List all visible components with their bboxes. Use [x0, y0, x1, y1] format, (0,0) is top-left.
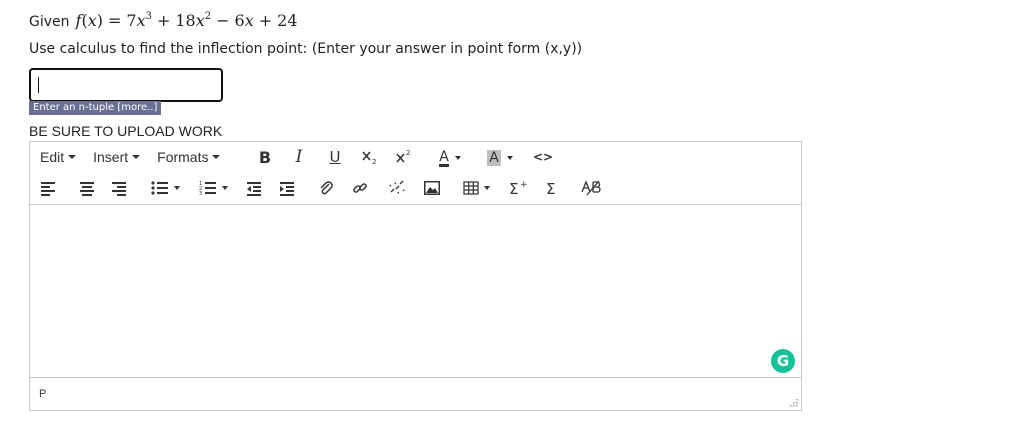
link-icon — [353, 183, 367, 193]
menu-edit[interactable]: Edit — [40, 149, 77, 165]
chevron-down-icon — [483, 186, 490, 190]
superscript-icon: 2 — [396, 149, 410, 163]
text-color-icon: A — [439, 148, 449, 167]
subscript-button[interactable]: 2 — [360, 147, 380, 167]
table-icon — [462, 181, 479, 195]
editor-statusbar: P — [30, 377, 801, 410]
text-caret — [38, 77, 39, 93]
editor-menubar: Edit Insert Formats — [30, 142, 801, 172]
chevron-down-icon — [68, 155, 77, 159]
chevron-down-icon — [454, 156, 461, 160]
chevron-down-icon — [212, 155, 221, 159]
align-right-button[interactable] — [109, 178, 129, 198]
align-center-icon — [80, 182, 94, 196]
function-expression: f(x) = 7x3 +18x2−6x +24 — [75, 11, 298, 30]
outdent-icon — [247, 182, 261, 196]
numbered-list-icon: 123 — [199, 181, 216, 196]
indent-icon — [280, 182, 294, 196]
insert-link-button[interactable] — [350, 178, 370, 198]
bold-button[interactable]: B — [256, 147, 274, 167]
instruction-text: Use calculus to find the inflection poin… — [29, 41, 583, 57]
italic-button[interactable]: I — [290, 147, 308, 167]
numbered-list-button[interactable]: 123 — [196, 178, 230, 198]
editor-toolbar-row2: 123 Σ + Σ — [30, 174, 801, 202]
grammarly-icon[interactable]: G — [771, 349, 795, 373]
chevron-down-icon — [506, 156, 513, 160]
bullet-list-icon — [150, 181, 168, 195]
outdent-button[interactable] — [244, 178, 264, 198]
spellcheck-icon — [581, 180, 601, 196]
insert-equation-button[interactable]: Σ + — [508, 177, 530, 199]
source-code-button[interactable]: <> — [532, 147, 554, 167]
element-path[interactable]: P — [39, 388, 46, 400]
insert-image-button[interactable] — [422, 178, 442, 198]
resize-handle-icon[interactable] — [788, 397, 798, 407]
attach-file-button[interactable] — [316, 178, 336, 198]
svg-text:2: 2 — [372, 158, 376, 166]
background-color-button[interactable]: A — [480, 147, 520, 169]
menu-formats[interactable]: Formats — [157, 149, 221, 165]
spellcheck-button[interactable] — [580, 178, 602, 198]
svg-text:2: 2 — [406, 149, 410, 157]
svg-text:Σ: Σ — [546, 180, 555, 197]
align-right-icon — [112, 182, 126, 196]
indent-button[interactable] — [277, 178, 297, 198]
chevron-down-icon — [173, 186, 180, 190]
image-icon — [424, 181, 440, 195]
insert-table-button[interactable] — [458, 178, 494, 198]
equation-editor-button[interactable]: Σ — [542, 177, 564, 199]
text-color-button[interactable]: A — [434, 147, 466, 169]
menu-insert[interactable]: Insert — [93, 149, 141, 165]
highlight-color-icon: A — [487, 150, 501, 166]
chevron-down-icon — [132, 155, 141, 159]
sigma-plus-icon: Σ + — [509, 180, 528, 197]
align-center-button[interactable] — [77, 178, 97, 198]
sigma-icon: Σ — [546, 180, 555, 197]
svg-text:3: 3 — [199, 191, 202, 196]
underline-button[interactable]: U — [326, 147, 344, 167]
upload-note: BE SURE TO UPLOAD WORK — [29, 123, 223, 139]
chevron-down-icon — [221, 186, 228, 190]
align-left-button[interactable] — [38, 178, 58, 198]
question-lead: Given — [29, 14, 70, 30]
svg-text:+: + — [520, 180, 528, 190]
editor-content-area[interactable]: G — [30, 204, 801, 378]
question-line: Given f(x) = 7x3 +18x2−6x +24 — [29, 11, 298, 33]
rich-text-editor: Edit Insert Formats B I U 2 2 A A <> 1 2… — [29, 141, 802, 411]
unlink-icon — [388, 180, 406, 195]
remove-link-button[interactable] — [386, 178, 408, 198]
align-left-icon — [41, 182, 55, 196]
subscript-icon: 2 — [362, 151, 376, 166]
paperclip-icon — [320, 181, 333, 195]
answer-input[interactable] — [29, 68, 223, 102]
bullet-list-button[interactable] — [148, 178, 182, 198]
ntuple-hint-link[interactable]: Enter an n-tuple [more..] — [29, 101, 162, 115]
svg-text:Σ: Σ — [509, 180, 518, 197]
superscript-button[interactable]: 2 — [394, 147, 414, 167]
